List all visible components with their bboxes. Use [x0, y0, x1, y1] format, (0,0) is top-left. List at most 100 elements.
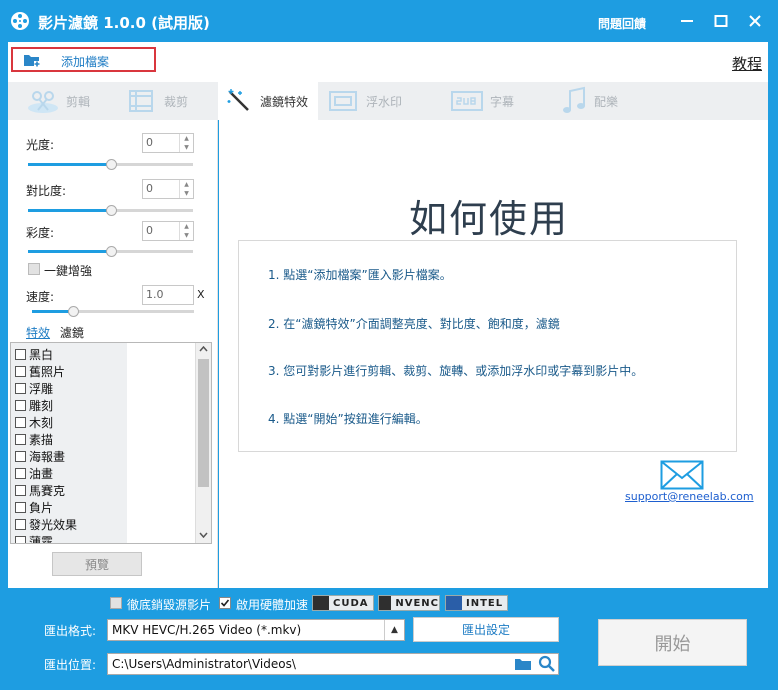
effect-item[interactable]: 雕刻: [15, 397, 53, 414]
steps-box: 1. 點選“添加檔案”匯入影片檔案。 2. 在“濾鏡特效”介面調整亮度、對比度、…: [238, 240, 737, 452]
effect-label: 浮雕: [29, 382, 54, 396]
hw-accel-label: 啟用硬體加速: [236, 598, 309, 612]
tab-filter-effects[interactable]: 濾鏡特效: [218, 82, 318, 120]
tutorial-link[interactable]: 教程: [732, 53, 762, 74]
maximize-button[interactable]: [710, 10, 732, 32]
tab-filter-effects-label: 濾鏡特效: [260, 94, 309, 109]
music-icon: [563, 86, 585, 113]
clip-icon: [28, 91, 58, 113]
scroll-up-icon[interactable]: [199, 346, 208, 352]
scroll-down-icon[interactable]: [199, 532, 208, 538]
add-file-button[interactable]: 添加檔案: [11, 47, 156, 72]
saturation-label: 彩度:: [26, 226, 55, 240]
mail-icon[interactable]: [660, 460, 704, 490]
crop-icon: [129, 90, 153, 112]
app-title: 影片濾鏡 1.0.0 (試用版): [38, 14, 210, 32]
preview-button[interactable]: 預覽: [52, 552, 142, 576]
effect-checkbox[interactable]: [15, 468, 26, 479]
hw-accel-checkbox[interactable]: [219, 597, 231, 609]
tab-clip[interactable]: 剪輯: [26, 82, 126, 120]
saturation-slider[interactable]: [28, 246, 193, 257]
spin-arrows-icon[interactable]: ▲ ▼: [179, 180, 193, 198]
speed-input[interactable]: 1.0: [142, 285, 194, 305]
enhance-checkbox[interactable]: [28, 263, 40, 275]
close-button[interactable]: [744, 10, 766, 32]
saturation-input[interactable]: 0 ▲ ▼: [142, 221, 194, 241]
effect-label: 舊照片: [29, 365, 66, 379]
effect-item[interactable]: 浮雕: [15, 380, 53, 397]
effect-checkbox[interactable]: [15, 383, 26, 394]
effect-item[interactable]: 薄霧: [15, 533, 53, 543]
effect-item[interactable]: 發光效果: [15, 516, 77, 533]
effect-label: 木刻: [29, 416, 54, 430]
film-reel-icon: [11, 12, 29, 30]
tab-watermark[interactable]: 浮水印: [328, 82, 423, 120]
contrast-input[interactable]: 0 ▲ ▼: [142, 179, 194, 199]
output-path-field[interactable]: C:\Users\Administrator\Videos\: [107, 653, 559, 675]
instructions-panel: 如何使用 1. 點選“添加檔案”匯入影片檔案。 2. 在“濾鏡特效”介面調整亮度…: [219, 120, 768, 588]
effect-label: 海報畫: [29, 450, 66, 464]
effect-list-scrollbar[interactable]: [195, 343, 211, 543]
minimize-button[interactable]: [676, 10, 698, 32]
effect-item[interactable]: 馬賽克: [15, 482, 65, 499]
effect-label: 負片: [29, 501, 54, 515]
speed-label: 速度:: [26, 290, 55, 304]
brightness-input[interactable]: 0 ▲ ▼: [142, 133, 194, 153]
effect-checkbox[interactable]: [15, 519, 26, 530]
effect-checkbox[interactable]: [15, 417, 26, 428]
subtitle-icon: [451, 91, 483, 111]
effect-checkbox[interactable]: [15, 366, 26, 377]
tab-clip-label: 剪輯: [66, 94, 91, 109]
effect-checkbox[interactable]: [15, 349, 26, 360]
effect-checkbox[interactable]: [15, 400, 26, 411]
tab-crop[interactable]: 裁剪: [126, 82, 221, 120]
effect-label: 發光效果: [29, 518, 78, 532]
tab-music[interactable]: 配樂: [560, 82, 655, 120]
tab-crop-label: 裁剪: [164, 94, 189, 109]
format-label: 匯出格式:: [44, 624, 97, 638]
dropdown-arrow-icon[interactable]: ▲: [384, 620, 404, 640]
path-label: 匯出位置:: [44, 658, 97, 672]
start-button[interactable]: 開始: [598, 619, 747, 666]
effect-item[interactable]: 黑白: [15, 346, 53, 363]
effect-checkbox[interactable]: [15, 485, 26, 496]
spin-arrows-icon[interactable]: ▲ ▼: [179, 134, 193, 152]
effect-item[interactable]: 海報畫: [15, 448, 65, 465]
effect-item[interactable]: 負片: [15, 499, 53, 516]
effect-checkbox[interactable]: [15, 451, 26, 462]
format-select[interactable]: MKV HEVC/H.265 Video (*.mkv) ▲: [107, 619, 405, 641]
support-email-link[interactable]: support@reneelab.com: [625, 490, 754, 503]
feedback-link[interactable]: 問題回饋: [598, 15, 646, 32]
effect-item[interactable]: 舊照片: [15, 363, 65, 380]
tab-effects[interactable]: 特效: [26, 326, 50, 340]
minimize-icon: [681, 20, 693, 22]
effect-item[interactable]: 素描: [15, 431, 53, 448]
effect-item[interactable]: 油畫: [15, 465, 53, 482]
scroll-thumb[interactable]: [198, 359, 209, 487]
title-bar: 影片濾鏡 1.0.0 (試用版) 問題回饋: [0, 0, 778, 42]
effect-label: 黑白: [29, 348, 54, 362]
effect-checkbox[interactable]: [15, 502, 26, 513]
effect-item[interactable]: 木刻: [15, 414, 53, 431]
close-icon: [749, 15, 761, 27]
intel-logo-icon: [446, 596, 462, 610]
add-file-label: 添加檔案: [61, 55, 110, 69]
effect-checkbox[interactable]: [15, 536, 26, 543]
speed-slider[interactable]: [32, 306, 194, 317]
contrast-slider[interactable]: [28, 205, 193, 216]
maximize-icon: [714, 15, 728, 27]
step-1: 1. 點選“添加檔案”匯入影片檔案。: [268, 268, 452, 282]
brightness-slider[interactable]: [28, 159, 193, 170]
effect-filter-tabs: 特效 濾鏡: [26, 324, 84, 341]
export-settings-button[interactable]: 匯出設定: [413, 617, 559, 642]
add-folder-icon: [24, 55, 40, 67]
tab-filters[interactable]: 濾鏡: [60, 326, 84, 340]
folder-icon[interactable]: [514, 657, 532, 671]
tab-subtitle[interactable]: 字幕: [450, 82, 545, 120]
spin-arrows-icon[interactable]: ▲ ▼: [179, 222, 193, 240]
search-icon[interactable]: [538, 655, 556, 673]
effect-checkbox[interactable]: [15, 434, 26, 445]
remove-source-checkbox[interactable]: [110, 597, 122, 609]
nvidia-logo-icon: [379, 596, 392, 610]
enhance-label: 一鍵增強: [44, 264, 93, 278]
